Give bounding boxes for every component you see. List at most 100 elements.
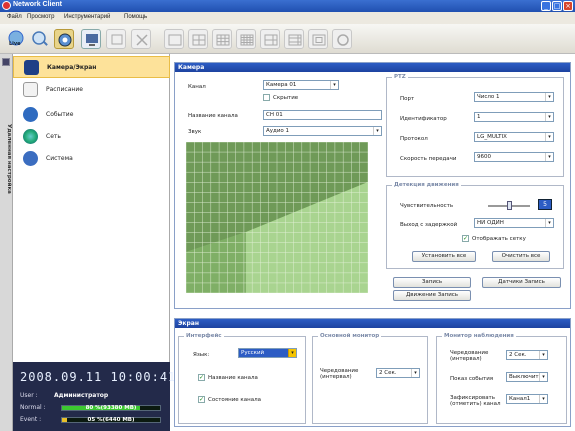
time-value: 10:00:41	[110, 370, 177, 384]
maximize-button[interactable]: □	[552, 1, 562, 11]
menu-view[interactable]: Просмотр	[27, 14, 54, 20]
window-icon	[111, 34, 123, 45]
chevron-down-icon: ▾	[288, 349, 296, 357]
layout-13-button[interactable]	[308, 29, 328, 49]
channel-name-checkbox[interactable]: ✓	[198, 374, 205, 381]
sidebar-item-label: Расписание	[46, 86, 83, 93]
hidden-checkbox[interactable]	[263, 94, 270, 101]
checkmark-icon: ✓	[463, 235, 469, 242]
event-storage-bar: 05 %(6440 MB)	[61, 417, 161, 423]
record-button[interactable]: Запись	[393, 277, 471, 288]
layout-8-icon	[288, 34, 302, 46]
delay-output-label: Выход с задержкой	[400, 222, 458, 228]
language-select[interactable]: Русский ▾	[238, 348, 297, 358]
search-camera-button[interactable]	[30, 29, 50, 49]
show-grid-label: Отображать сетку	[472, 236, 526, 242]
event-display-label: Показ события	[450, 376, 494, 382]
record-channel-select[interactable]: Канал1 ▾	[506, 394, 548, 404]
channel-name-label: Название канала	[188, 113, 238, 119]
live-button[interactable]: Live	[6, 29, 26, 49]
event-label: Event :	[20, 416, 42, 423]
event-display-select[interactable]: Выключить ▾	[506, 372, 548, 382]
sidebar-item-network[interactable]: Сеть	[13, 126, 170, 148]
delay-output-select-value: НИ ОДИН	[477, 220, 504, 226]
layout-4-button[interactable]	[188, 29, 208, 49]
chevron-down-icon: ▾	[545, 133, 553, 141]
title-bar: Network Client _ □ ×	[0, 0, 575, 12]
main-interval-select[interactable]: 2 Сек. ▾	[376, 368, 420, 378]
chevron-down-icon: ▾	[545, 93, 553, 101]
port-select-value: Число 1	[477, 94, 500, 100]
display-button[interactable]	[81, 29, 101, 49]
spot-monitor-group-title: Монитор наблюдения	[442, 333, 516, 339]
menu-help[interactable]: Помощь	[124, 14, 147, 20]
sensitivity-slider-thumb[interactable]	[506, 201, 512, 210]
user-value: Администратор	[54, 392, 109, 399]
main-interval-label: Чередование (интервал)	[320, 368, 359, 380]
normal-storage-bar: 80 %(93380 MB)	[61, 405, 161, 411]
motion-record-button[interactable]: Движение Запись	[393, 290, 471, 301]
main-monitor-group-title: Основной монитор	[318, 333, 382, 339]
sidebar-item-system[interactable]: Система	[13, 148, 170, 170]
layout-9-button[interactable]	[212, 29, 232, 49]
date-value: 2008.09.11	[20, 370, 103, 384]
layout-16-button[interactable]	[236, 29, 256, 49]
channel-name-input[interactable]: CH 01	[263, 110, 382, 120]
spot-interval-select-value: 2 Сек.	[509, 352, 527, 358]
app-logo-icon	[2, 1, 11, 10]
delay-output-select[interactable]: НИ ОДИН ▾	[474, 218, 554, 228]
close-button[interactable]: ×	[563, 1, 573, 11]
sensitivity-label: Чувствительность	[400, 203, 454, 209]
channel-select[interactable]: Камера 01 ▾	[263, 80, 339, 90]
window-title: Network Client	[13, 1, 63, 8]
channel-select-value: Камера 01	[266, 82, 297, 88]
chevron-down-icon: ▾	[539, 351, 547, 359]
sidebar-item-camera-screen[interactable]: Камера/Экран	[13, 56, 170, 78]
normal-storage-text: 80 %(93380 MB)	[85, 405, 137, 411]
layout-9-icon	[216, 34, 230, 46]
sidebar-item-schedule[interactable]: Расписание	[13, 79, 170, 101]
channel-state-checkbox[interactable]: ✓	[198, 396, 205, 403]
spot-interval-select[interactable]: 2 Сек. ▾	[506, 350, 548, 360]
layout-1-icon	[168, 34, 182, 46]
language-label: Язык:	[193, 352, 210, 358]
sidebar-item-event[interactable]: Событие	[13, 104, 170, 126]
chevron-down-icon: ▾	[545, 153, 553, 161]
audio-select[interactable]: Аудио 1 ▾	[263, 126, 382, 136]
clear-all-button[interactable]: Очистить все	[492, 251, 550, 262]
camera-panel-header: Камера	[175, 63, 570, 72]
layout-1-button[interactable]	[164, 29, 184, 49]
baud-rate-label: Скорость передачи	[400, 156, 457, 162]
protocol-select[interactable]: LG_MULTIX ▾	[474, 132, 554, 142]
remote-settings-button[interactable]	[54, 29, 74, 49]
audio-label: Звук	[188, 129, 202, 135]
window-button[interactable]	[106, 29, 126, 49]
layout-6-button[interactable]	[260, 29, 280, 49]
sensor-record-button[interactable]: Датчики Запись	[482, 277, 561, 288]
menu-tools[interactable]: Инструментарий	[64, 14, 110, 20]
chevron-down-icon: ▾	[545, 113, 553, 121]
event-display-select-value: Выключить	[509, 374, 542, 380]
remote-settings-tab[interactable]: Удаленная настройка	[0, 54, 13, 431]
show-grid-checkbox[interactable]: ✓	[462, 235, 469, 242]
motion-detection-group-title: Детекция движения	[392, 182, 461, 188]
layout-8-button[interactable]	[284, 29, 304, 49]
protocol-label: Протокол	[400, 136, 428, 142]
settings-sidebar: Камера/Экран Расписание Событие Сеть Сис…	[13, 54, 170, 362]
snapshot-button[interactable]	[332, 29, 352, 49]
sensitivity-value: 5	[538, 199, 552, 210]
set-all-button[interactable]: Установить все	[412, 251, 476, 262]
close-view-button[interactable]	[131, 29, 151, 49]
identifier-select[interactable]: 1 ▾	[474, 112, 554, 122]
system-gear-icon	[23, 151, 38, 166]
menu-file[interactable]: Файл	[7, 14, 22, 20]
baud-rate-select[interactable]: 9600 ▾	[474, 152, 554, 162]
minimize-button[interactable]: _	[541, 1, 551, 11]
layout-4-icon	[192, 34, 206, 46]
main-interval-select-value: 2 Сек.	[379, 370, 397, 376]
port-select[interactable]: Число 1 ▾	[474, 92, 554, 102]
camera-preview-grid[interactable]	[186, 142, 368, 293]
toolbar: Live	[0, 24, 575, 54]
language-select-value: Русский	[241, 350, 265, 356]
snapshot-icon	[337, 34, 349, 46]
